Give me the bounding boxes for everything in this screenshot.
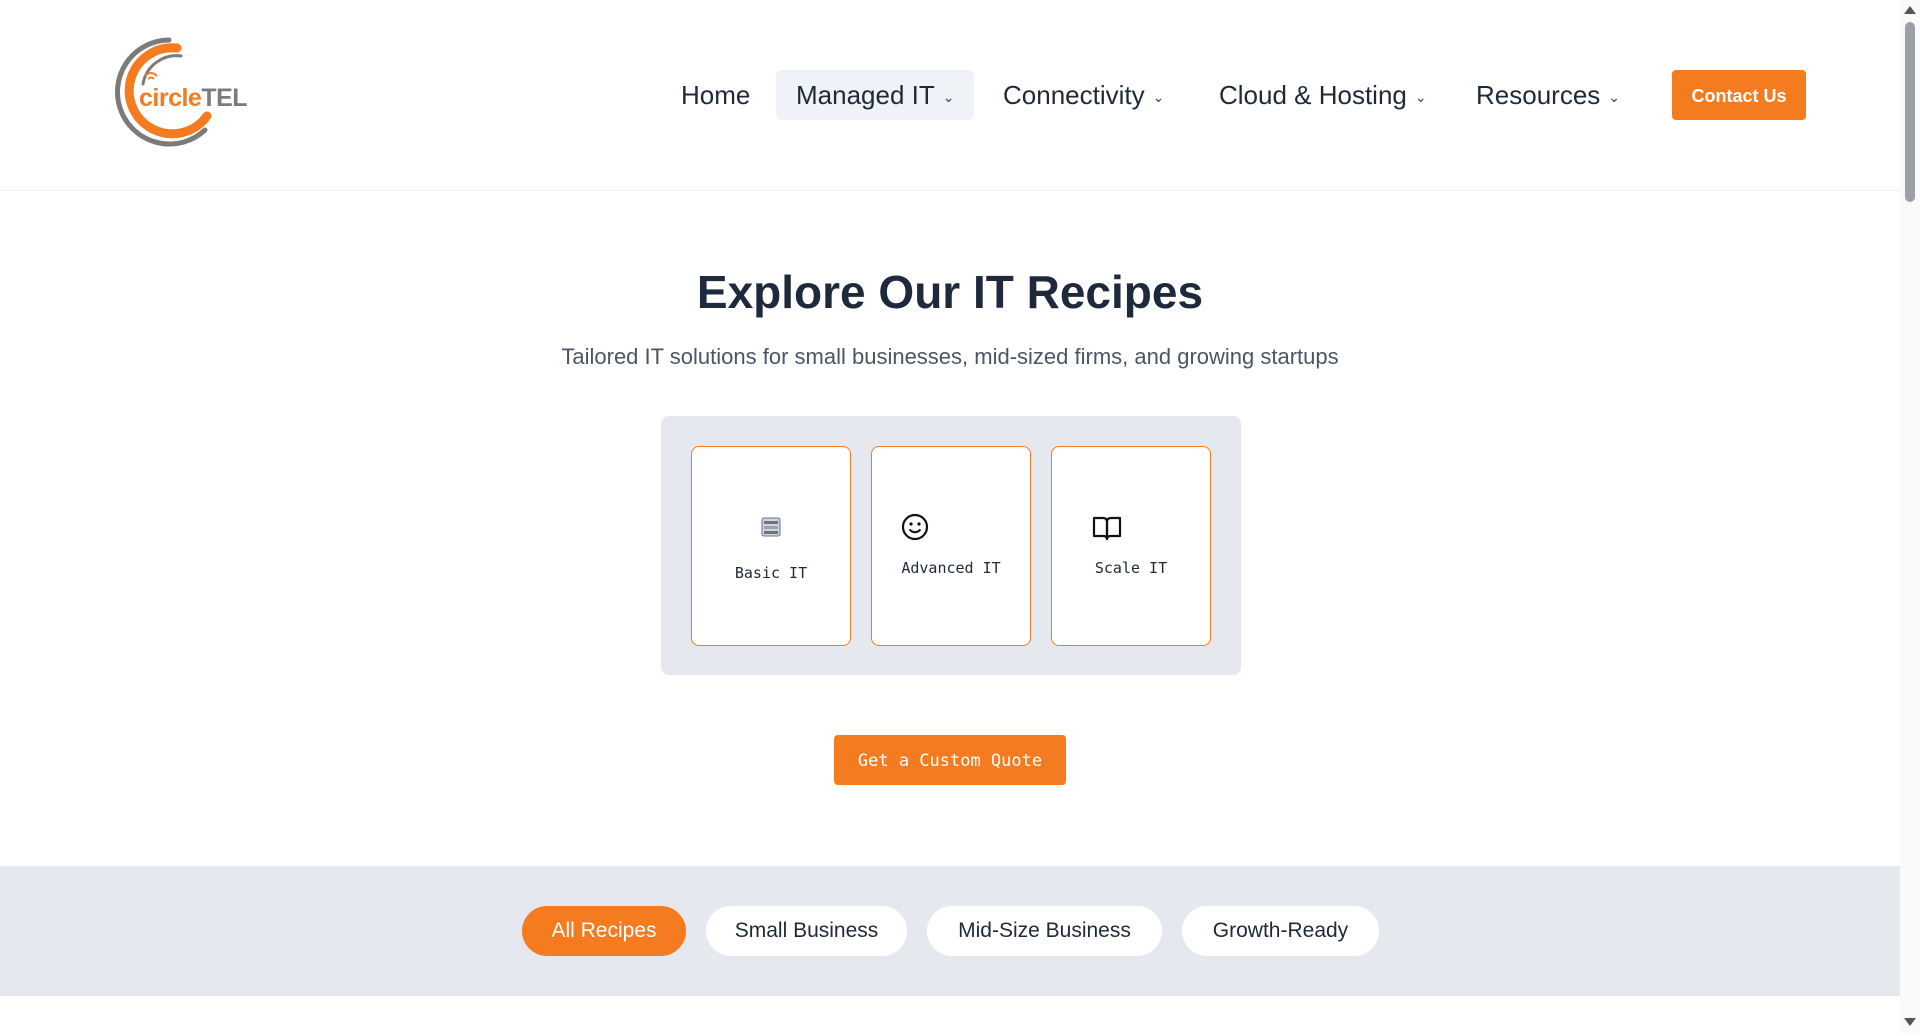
card-basic-it-label: Basic IT (734, 564, 808, 582)
nav-home[interactable]: Home (661, 70, 770, 120)
nav-connectivity-label: Connectivity (1003, 80, 1145, 110)
scroll-down-arrow-icon[interactable] (1904, 1018, 1916, 1026)
page-title: Explore Our IT Recipes (696, 266, 1204, 318)
page-scrollbar[interactable] (1900, 0, 1920, 1033)
scrollbar-thumb[interactable] (1905, 22, 1915, 202)
filter-growth-ready[interactable]: Growth-Ready (1182, 906, 1379, 956)
nav-managed-it[interactable]: Managed IT ⌄ (776, 70, 975, 120)
card-advanced-it[interactable]: Advanced IT (871, 446, 1031, 646)
filter-mid-size-business[interactable]: Mid-Size Business (927, 906, 1162, 956)
card-scale-it[interactable]: Scale IT (1051, 446, 1211, 646)
card-basic-it[interactable]: Basic IT (691, 446, 851, 646)
nav-resources-label: Resources (1476, 80, 1601, 110)
smile-icon (872, 513, 1030, 546)
nav-cloud-hosting-label: Cloud & Hosting (1219, 80, 1407, 110)
recipe-filter-bar: All Recipes Small Business Mid-Size Busi… (0, 866, 1900, 996)
main-nav: Home Managed IT ⌄ Connectivity ⌄ Cloud & H… (0, 70, 1900, 120)
chevron-down-icon: ⌄ (1608, 89, 1621, 105)
nav-cloud-hosting[interactable]: Cloud & Hosting ⌄ (1199, 70, 1447, 120)
filter-all-recipes[interactable]: All Recipes (522, 906, 686, 956)
site-header: circleTEL Home Managed IT ⌄ Connectivity ⌄… (0, 0, 1900, 191)
filter-small-business[interactable]: Small Business (706, 906, 907, 956)
nav-connectivity[interactable]: Connectivity ⌄ (983, 70, 1184, 120)
nav-managed-it-label: Managed IT (796, 80, 935, 110)
chevron-down-icon: ⌄ (1414, 89, 1427, 105)
card-scale-it-label: Scale IT (1094, 559, 1168, 577)
nav-resources[interactable]: Resources ⌄ (1456, 70, 1640, 120)
scroll-up-arrow-icon[interactable] (1904, 6, 1916, 14)
chevron-down-icon: ⌄ (942, 89, 955, 105)
book-open-icon (1052, 515, 1210, 546)
server-icon (692, 517, 850, 542)
chevron-down-icon: ⌄ (1152, 89, 1165, 105)
card-advanced-it-label: Advanced IT (901, 559, 1001, 577)
nav-home-label: Home (681, 80, 751, 110)
custom-quote-button[interactable]: Get a Custom Quote (834, 735, 1066, 785)
page-subtitle: Tailored IT solutions for small business… (561, 344, 1339, 369)
contact-us-button[interactable]: Contact Us (1672, 70, 1806, 120)
recipe-cards-panel: Basic IT Advanced IT Scale IT (661, 416, 1241, 675)
